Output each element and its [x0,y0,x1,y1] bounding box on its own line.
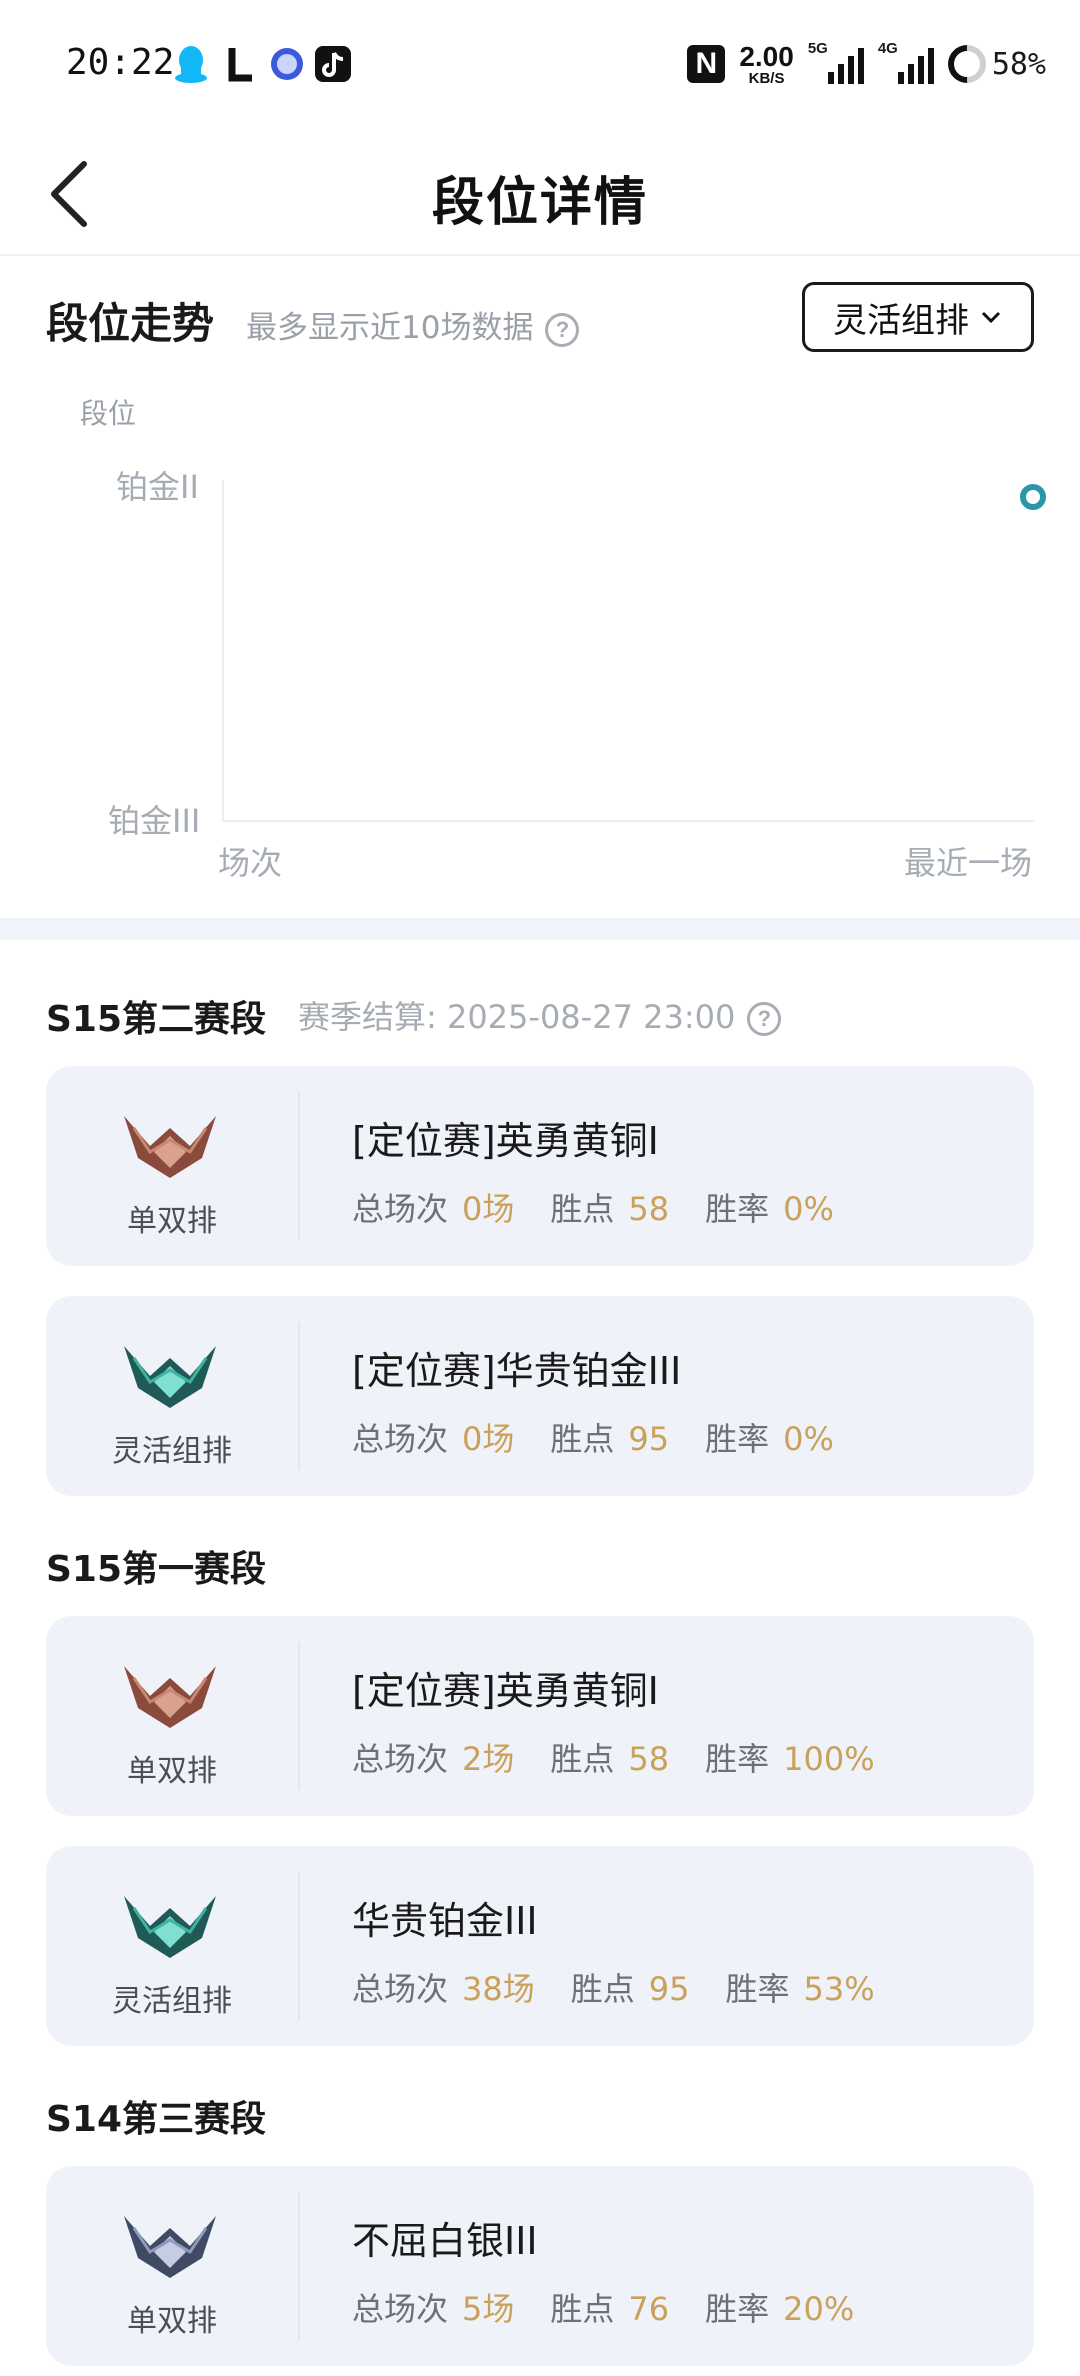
y-tick-label: 铂金III [108,802,201,840]
platinum-rank-badge-icon [124,1896,216,1958]
queue-label: 灵活组排 [112,1984,232,2019]
rank-stats: 总场次 2场 胜点 58 胜率 100% [352,1740,875,1778]
rank-name: 不屈白银III [352,2219,538,2263]
signal-5g-icon: 5G [808,40,864,84]
rank-name: [定位赛]英勇黄铜I [352,1669,659,1713]
rank-stats: 总场次 0场 胜点 95 胜率 0% [352,1420,834,1458]
queue-label: 单双排 [127,1754,217,1789]
bronze-rank-badge-icon [124,1666,216,1728]
bronze-rank-badge-icon [124,1116,216,1178]
queue-label: 灵活组排 [112,1434,232,1469]
card-separator [298,1092,300,1240]
rank-card[interactable]: 单双排 [定位赛]英勇黄铜I 总场次 2场 胜点 58 胜率 100% [46,1616,1034,1816]
card-separator [298,1322,300,1470]
battery-indicator: 58% [939,37,1046,91]
queue-label: 单双排 [127,1204,217,1239]
status-right-group: N 2.00 KB/S 5G 4G 58% [687,37,1046,91]
l-app-icon [226,44,264,84]
platinum-rank-badge-icon [124,1346,216,1408]
nfc-icon: N [687,45,726,83]
season-settle-time: 赛季结算: 2025-08-27 23:00? [298,992,782,1038]
rank-card[interactable]: 灵活组排 [定位赛]华贵铂金III 总场次 0场 胜点 95 胜率 0% [46,1296,1034,1496]
help-icon[interactable]: ? [545,312,580,347]
rank-stats: 总场次 0场 胜点 58 胜率 0% [352,1190,834,1228]
x-tick-label: 场次 [218,844,283,882]
douyin-app-icon [314,44,352,84]
season-title: S15第一赛段 [46,1549,267,1590]
y-axis-title: 段位 [80,397,137,430]
rank-stats: 总场次 5场 胜点 76 胜率 20% [352,2290,855,2328]
rank-name: [定位赛]华贵铂金III [352,1349,682,1393]
season-title: S14第三赛段 [46,2099,267,2140]
page-title: 段位详情 [431,172,648,233]
status-time: 20:22 [66,42,175,83]
y-axis-line [222,480,224,820]
card-separator [298,1872,300,2020]
battery-ring-icon [939,37,994,91]
card-separator [298,1642,300,1790]
queue-mode-select[interactable]: 灵活组排 [802,282,1034,352]
rank-card[interactable]: 单双排 [定位赛]英勇黄铜I 总场次 0场 胜点 58 胜率 0% [46,1066,1034,1266]
signal-4g-icon: 4G [878,40,934,84]
tieba-app-icon [268,44,306,84]
nav-bar: 段位详情 [0,128,1080,256]
help-icon[interactable]: ? [747,1002,782,1036]
status-bar: 20:22 N 2.00 KB/S 5G 4G 58% [0,0,1080,128]
card-separator [298,2192,300,2340]
x-tick-label: 最近一场 [904,844,1033,882]
qq-app-icon [172,44,210,84]
rank-trend-chart: 段位 铂金II 铂金III 场次 最近一场 [0,380,1080,900]
chart-data-point[interactable] [1020,484,1046,510]
chevron-down-icon [981,311,1001,324]
rank-name: [定位赛]英勇黄铜I [352,1119,659,1163]
rank-card[interactable]: 灵活组排 华贵铂金III 总场次 38场 胜点 95 胜率 53% [46,1846,1034,2046]
trend-subtitle: 最多显示近10场数据? [246,302,580,347]
silver-rank-badge-icon [124,2216,216,2278]
rank-name: 华贵铂金III [352,1899,538,1943]
season-title: S15第二赛段 [46,999,267,1040]
network-speed: 2.00 KB/S [739,40,794,87]
y-tick-label: 铂金II [116,468,199,506]
section-divider [0,918,1080,940]
trend-title: 段位走势 [46,299,215,348]
queue-label: 单双排 [127,2304,217,2339]
rank-card[interactable]: 单双排 不屈白银III 总场次 5场 胜点 76 胜率 20% [46,2166,1034,2366]
rank-stats: 总场次 38场 胜点 95 胜率 53% [352,1970,875,2008]
x-axis-line [222,820,1034,822]
